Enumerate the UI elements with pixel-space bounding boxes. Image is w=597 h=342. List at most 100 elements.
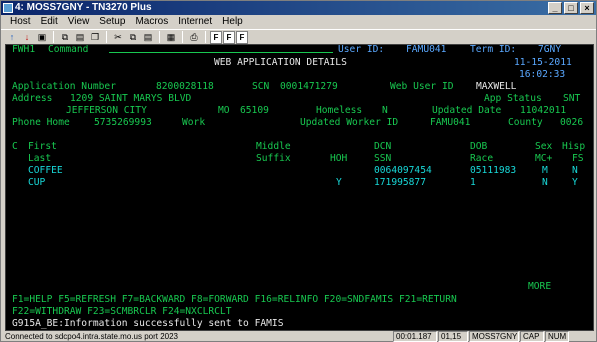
member-first[interactable]: COFFEE [28,166,63,176]
city-value: JEFFERSON CITY [66,105,147,116]
download-icon[interactable]: ↓ [20,30,34,44]
paste-special-icon[interactable]: ▤ [141,30,155,44]
col-header-dob: DOB [470,141,488,152]
col-header-middle: Middle [256,141,291,152]
member-dob[interactable]: 1 [470,178,476,188]
copy-icon[interactable]: ⧉ [58,30,72,44]
maximize-button[interactable]: □ [564,2,578,14]
user-id-value: FAMU041 [406,44,447,55]
col-header-first: First [28,141,57,152]
homeless-label: Homeless [316,105,363,116]
member-hisp[interactable]: Y [572,178,578,188]
updated-worker-id-label: Updated Worker ID [300,117,399,128]
member-dob[interactable]: 05111983 [470,166,516,176]
phone-home-label: Phone Home [12,117,70,128]
more-indicator: MORE [528,281,552,292]
font-small-button[interactable]: F [210,30,222,44]
user-id-label: User ID: [338,44,385,55]
member-sex[interactable]: N [542,178,548,188]
member-hisp[interactable]: N [572,166,578,176]
screen-title: WEB APPLICATION DETAILS [214,57,347,68]
updated-worker-id-value: FAMU041 [430,117,471,128]
col-header-hisp: Hisp [562,141,586,152]
elapsed-time: 00:01.187 [393,331,437,342]
state-value: MO [218,105,230,116]
col-header-race: Race [470,153,494,164]
paste-icon[interactable]: ▤ [73,30,87,44]
col-header-sex: Sex [535,141,553,152]
app-status-value: SNT [563,93,581,104]
application-number-value: 8200028118 [156,81,214,92]
county-label: County [508,117,543,128]
scn-label: SCN [252,81,270,92]
status-bar: Connected to sdcpo4.intra.state.mo.us po… [1,331,596,342]
menu-bar: Host Edit View Setup Macros Internet Hel… [1,15,596,29]
col-header-hoh: HOH [330,153,348,164]
current-time: 16:02:33 [519,69,566,80]
menu-view[interactable]: View [63,15,95,29]
menu-internet[interactable]: Internet [173,15,217,29]
function-keys-line-1: F1=HELP F5=REFRESH F7=BACKWARD F8=FORWAR… [12,294,457,305]
term-id-label: Term ID: [470,44,517,55]
select-icon[interactable]: ❐ [88,30,102,44]
window-title: 4: MOSS7GNY - TN3270 Plus [15,2,152,13]
close-button[interactable]: × [580,2,594,14]
command-label: Command [48,44,89,55]
function-keys-line-2: F22=WITHDRAW F23=SCMBRCLR F24=NXCLRCLT [12,306,232,317]
col-header-ssn: SSN [374,153,392,164]
toolbar-separator [53,31,54,43]
save-icon[interactable]: ▣ [35,30,49,44]
term-id-value: 7GNY [538,44,562,55]
toolbar-separator [106,31,107,43]
toolbar-separator [182,31,183,43]
col-header-suffix: Suffix [256,153,291,164]
address-label: Address [12,93,53,104]
member-dcn[interactable]: 171995877 [374,178,426,188]
minimize-button[interactable]: _ [548,2,562,14]
col-header-last: Last [28,153,52,164]
homeless-value: N [382,105,388,116]
menu-help[interactable]: Help [217,15,248,29]
app-window: 4: MOSS7GNY - TN3270 Plus _ □ × Host Edi… [0,0,597,342]
print-icon[interactable]: ⎙ [187,30,201,44]
copy-append-icon[interactable]: ⧉ [126,30,140,44]
cut-icon[interactable]: ✂ [111,30,125,44]
num-lock-indicator: NUM [545,331,569,342]
web-user-id-value: MAXWELL [476,81,517,92]
toolbar-separator [205,31,206,43]
font-large-button[interactable]: F [236,30,248,44]
updated-date-value: 11042011 [520,105,567,116]
member-dcn[interactable]: 0064097454 [374,166,432,176]
title-bar: 4: MOSS7GNY - TN3270 Plus _ □ × [1,1,596,15]
menu-macros[interactable]: Macros [130,15,173,29]
web-user-id-label: Web User ID [390,81,454,92]
app-status-label: App Status [484,93,542,104]
command-input[interactable] [109,52,333,53]
font-medium-button[interactable]: F [223,30,235,44]
connection-status: Connected to sdcpo4.intra.state.mo.us po… [5,332,178,341]
col-header-dcn: DCN [374,141,392,152]
member-first[interactable]: CUP [28,178,45,188]
terminal-screen[interactable]: FWH1 Command User ID: FAMU041 Term ID: 7… [5,44,594,331]
scn-value: 0001471279 [280,81,338,92]
upload-icon[interactable]: ↑ [5,30,19,44]
application-number-label: Application Number [12,81,116,92]
app-icon [3,3,13,13]
member-hoh[interactable]: Y [336,178,342,188]
zip-value: 65109 [240,105,269,116]
screen-id: FWH1 [12,44,36,55]
current-date: 11-15-2011 [514,57,572,68]
grid-icon[interactable]: ▦ [164,30,178,44]
member-sex[interactable]: M [542,166,548,176]
menu-setup[interactable]: Setup [94,15,130,29]
toolbar-separator [159,31,160,43]
address-value: 1209 SAINT MARYS BLVD [70,93,192,104]
menu-host[interactable]: Host [5,15,36,29]
updated-date-label: Updated Date [432,105,502,116]
phone-home-value: 5735269993 [94,117,152,128]
caps-lock-indicator: CAP [520,331,544,342]
session-name: MOSS7GNY [469,331,519,342]
col-header-fs: FS [572,153,584,164]
work-label: Work [182,117,206,128]
menu-edit[interactable]: Edit [36,15,63,29]
